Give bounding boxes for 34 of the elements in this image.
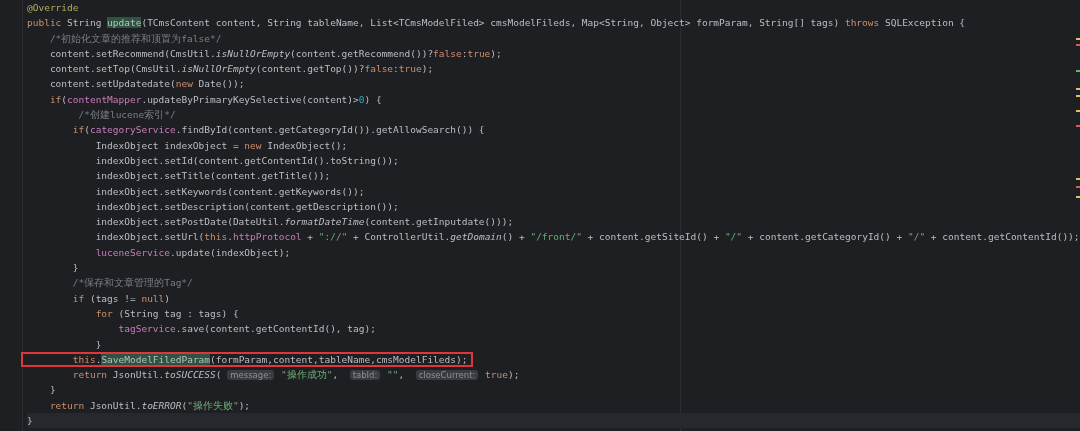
code-line: /*创建lucene索引*/ — [77, 109, 176, 121]
code-line: tagService.save(content.getContentId(), tag); — [117, 323, 376, 335]
code-line: IndexObject indexObject = new IndexObject(); — [94, 139, 348, 151]
code-line: indexObject.setPostDate(DateUtil.formatDateTime(content.getInputdate())); — [94, 216, 514, 228]
code-fragment: true); — [484, 369, 520, 381]
code-fragment: return JsonUtil.toSUCCESS( — [71, 369, 223, 381]
code-line: indexObject.setTitle(content.getTitle()); — [94, 170, 331, 182]
parameter-hint: closeCurrent: — [415, 370, 479, 381]
code-fragment: "", — [386, 369, 406, 381]
code-line: this.SaveModelFiledParam(formParam,content,tableName,cmsModelFileds); — [71, 353, 468, 365]
code-fragment: "操作成功", — [280, 369, 340, 381]
code-line: if(categoryService.findById(content.getCategoryId()).getAllowSearch()) { — [71, 124, 485, 136]
code-line: return JsonUtil.toERROR("操作失败"); — [48, 399, 251, 411]
code-line: content.setUpdatedate(new Date()); — [48, 78, 245, 90]
code-line: @Override — [27, 2, 79, 13]
code-line: indexObject.setId(content.getContentId().toString()); — [94, 154, 399, 166]
code-line: luceneService.update(indexObject); — [94, 246, 291, 258]
code-line: indexObject.setDescription(content.getDescription()); — [94, 200, 399, 212]
code-line: indexObject.setUrl(this.httpProtocol + "://" + ControllerUtil.getDomain() + "/front/" + content.getSiteId() + "/" + content.getCategoryId() + "/" + content.getContentId()); — [94, 231, 1080, 243]
code-line: /*初始化文章的推荐和顶置为false*/ — [48, 32, 222, 44]
code-line: } — [71, 262, 79, 274]
code-line: } — [48, 384, 56, 396]
parameter-hint: tabId: — [349, 370, 381, 381]
code-line: indexObject.setKeywords(content.getKeywords()); — [94, 185, 365, 197]
code-line: content.setRecommend(CmsUtil.isNullOrEmpty(content.getRecommend())?false:true); — [48, 47, 502, 59]
code-line: if (tags != null) — [71, 292, 171, 304]
code-line: } — [94, 338, 102, 350]
parameter-hint: message: — [227, 370, 275, 381]
code-line: if(contentMapper.updateByPrimaryKeySelective(content)>0) { — [48, 93, 382, 105]
code-line: for (String tag : tags) { — [94, 307, 239, 319]
code-line: public String update(TCmsContent content, String tableName, List<TCmsModelFiled> cmsModelFileds, Map<String, Object> formParam, String[] tags) throws SQLException { — [27, 17, 966, 29]
code-line: /*保存和文章管理的Tag*/ — [71, 277, 193, 289]
code-line: } — [27, 415, 33, 426]
code-line: content.setTop(CmsUtil.isNullOrEmpty(content.getTop())?false:true); — [48, 63, 434, 75]
